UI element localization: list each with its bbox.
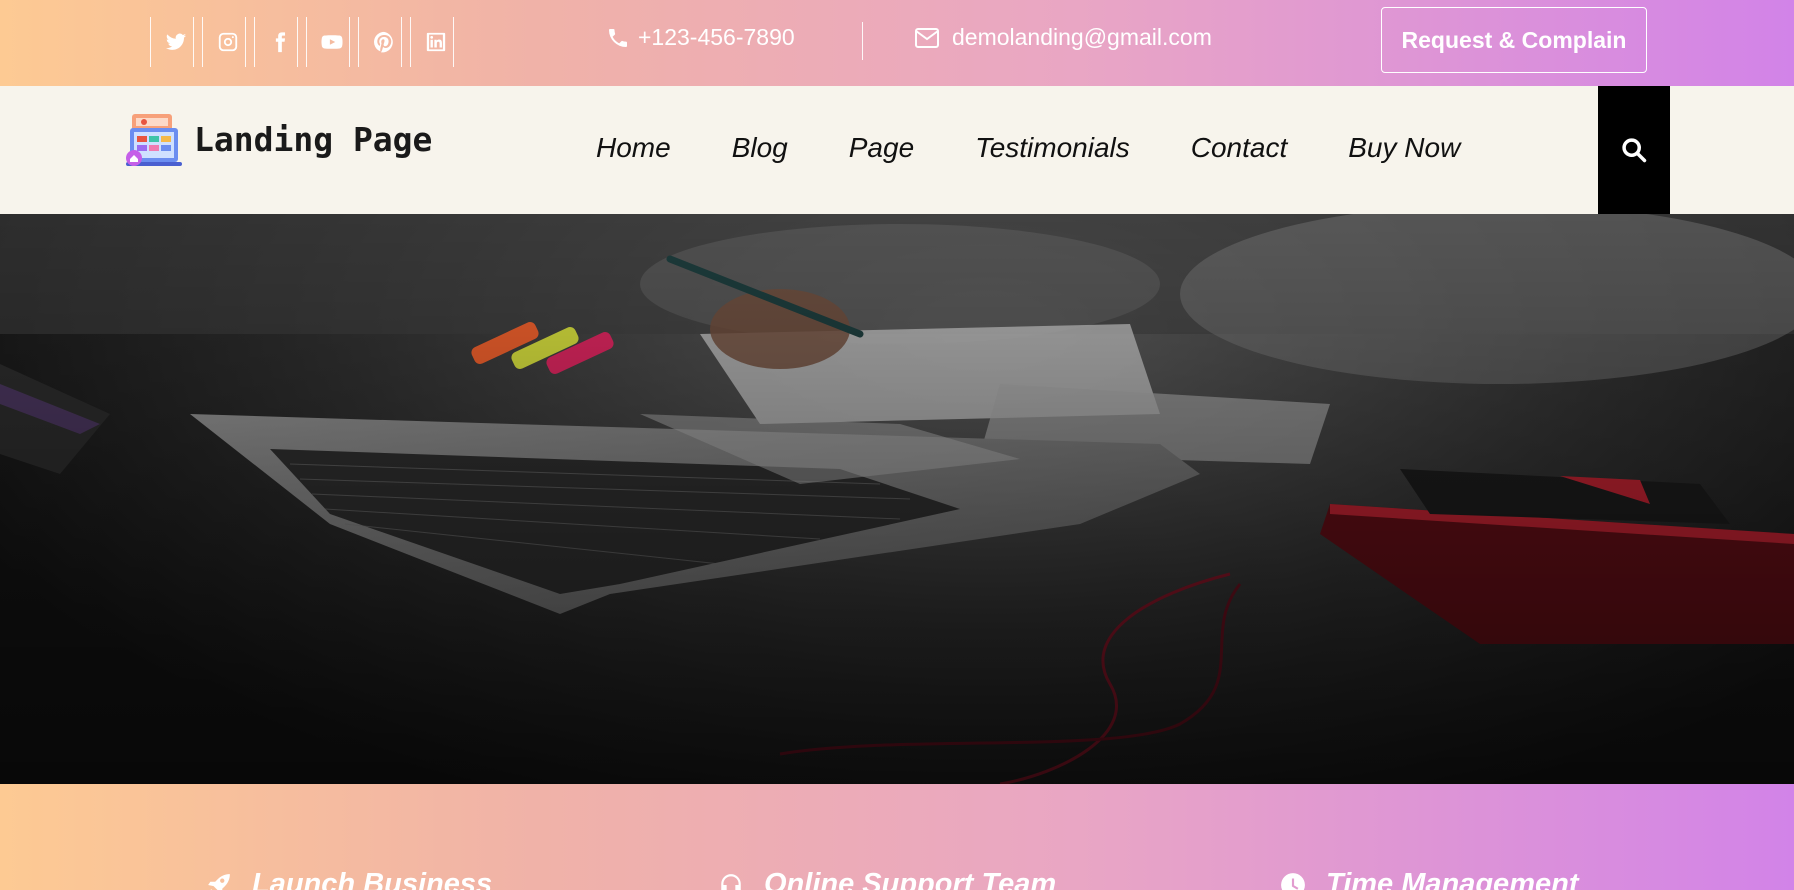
- phone-icon: [609, 28, 627, 47]
- youtube-link[interactable]: [306, 17, 358, 67]
- linkedin-link[interactable]: [410, 17, 462, 67]
- primary-nav: Home Blog Page Testimonials Contact Buy …: [596, 132, 1521, 164]
- nav-item-page[interactable]: Page: [849, 132, 914, 164]
- feature-launch-business: Launch Business: [206, 868, 492, 890]
- landing-page-logo-icon: [126, 114, 182, 166]
- feature-online-support-team: Online Support Team: [718, 868, 1056, 890]
- facebook-icon: [275, 32, 286, 53]
- pinterest-icon: [374, 31, 393, 53]
- rocket-icon: [208, 873, 230, 890]
- main-navbar: Landing Page Home Blog Page Testimonials…: [0, 86, 1794, 214]
- instagram-icon: [218, 32, 238, 52]
- features-bar: Launch Business Online Support Team Time…: [0, 784, 1794, 890]
- request-complain-button[interactable]: Request & Complain: [1381, 7, 1647, 73]
- logo-text: Landing Page: [194, 119, 433, 159]
- feature-label: Online Support Team: [764, 868, 1057, 890]
- nav-item-testimonials[interactable]: Testimonials: [975, 132, 1130, 164]
- twitter-icon: [165, 33, 187, 50]
- email-address: demolanding@gmail.com: [952, 24, 1212, 50]
- search-icon: [1622, 138, 1647, 163]
- feature-time-management: Time Management: [1280, 868, 1578, 890]
- topbar-divider: [862, 22, 863, 60]
- top-bar: +123-456-7890 demolanding@gmail.com Requ…: [0, 0, 1794, 86]
- hero-laptop-desk-illustration: [0, 214, 1794, 784]
- email-contact[interactable]: demolanding@gmail.com: [914, 24, 1212, 51]
- phone-contact[interactable]: +123-456-7890: [606, 24, 795, 51]
- facebook-link[interactable]: [254, 17, 306, 67]
- envelope-icon: [915, 27, 939, 48]
- instagram-link[interactable]: [202, 17, 254, 67]
- search-button[interactable]: [1598, 86, 1670, 214]
- nav-item-home[interactable]: Home: [596, 132, 671, 164]
- feature-label: Time Management: [1326, 868, 1579, 890]
- linkedin-icon: [426, 32, 446, 52]
- nav-item-blog[interactable]: Blog: [732, 132, 788, 164]
- nav-item-contact[interactable]: Contact: [1191, 132, 1288, 164]
- phone-number: +123-456-7890: [638, 24, 795, 50]
- youtube-icon: [321, 35, 343, 49]
- site-logo[interactable]: Landing Page: [122, 108, 432, 170]
- clock-icon: [1281, 872, 1305, 890]
- pinterest-link[interactable]: [358, 17, 410, 67]
- hero-image: [0, 214, 1794, 784]
- headset-icon: [721, 873, 741, 890]
- nav-item-buy-now[interactable]: Buy Now: [1348, 132, 1460, 164]
- twitter-link[interactable]: [150, 17, 202, 67]
- social-links: [150, 17, 462, 67]
- feature-label: Launch Business: [252, 868, 493, 890]
